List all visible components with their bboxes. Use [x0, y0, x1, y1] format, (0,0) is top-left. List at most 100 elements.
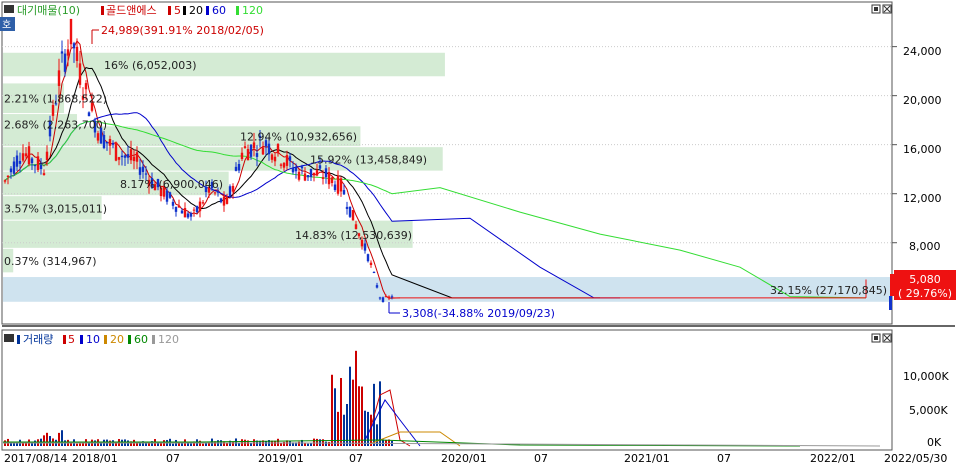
stock-chart: 16% (6,052,003) 2.21% (1,868,522) 2.68% (2… — [0, 0, 957, 469]
volume-close-icon[interactable] — [882, 333, 892, 343]
candle-body — [105, 141, 109, 144]
legend-vma20: 20 — [110, 333, 124, 346]
candle-body — [312, 172, 316, 175]
legend-ma5-marker — [168, 6, 171, 15]
candle-body — [381, 297, 385, 303]
candle-body — [366, 254, 370, 262]
volume-bar — [364, 410, 366, 446]
candle-body — [63, 53, 67, 72]
x-label-7: 2021/01 — [624, 452, 670, 465]
volume-bar — [235, 438, 237, 446]
volume-bar — [355, 350, 357, 446]
legend-volume: 거래량 — [23, 333, 53, 346]
overhang-label: 2.68% (2,263,700) — [4, 118, 107, 131]
volume-bar — [280, 443, 282, 446]
candle-body — [348, 206, 352, 217]
candle-body — [189, 213, 193, 217]
candle-body — [141, 166, 145, 172]
candle-body — [9, 168, 13, 173]
volume-bar — [358, 386, 360, 446]
candle-body — [315, 170, 319, 176]
candle-body — [30, 158, 34, 164]
y-tick-8000: 8,000 — [909, 240, 941, 253]
candle-body — [324, 168, 328, 178]
x-label-10: 2022/05/30 — [884, 452, 947, 465]
maximize-icon[interactable] — [871, 4, 881, 14]
candle-body — [117, 157, 121, 160]
legend-overhang: 대기매물(10) — [17, 4, 80, 17]
candle-body — [60, 51, 64, 54]
candle-body — [240, 152, 244, 160]
candle-body — [297, 171, 301, 180]
volume-bar — [250, 443, 252, 446]
x-label-2: 07 — [166, 452, 180, 465]
low-label: 3,308(-34.88% 2019/09/23) — [402, 307, 555, 320]
y-tick-24000: 24,000 — [903, 45, 942, 58]
legend-vma5-marker — [63, 335, 66, 344]
volume-bar — [310, 443, 312, 446]
candle-body — [303, 173, 307, 181]
last-candle-down — [889, 296, 892, 310]
candle-body — [216, 191, 220, 193]
candle-body — [15, 155, 19, 167]
candle-body — [120, 155, 124, 158]
candle-body — [78, 63, 82, 85]
candle-body — [186, 213, 190, 218]
candle-body — [36, 156, 40, 170]
high-label: 24,989(391.91% 2018/02/05) — [101, 24, 264, 37]
legend-vma120: 120 — [158, 333, 179, 346]
volume-bar — [79, 443, 81, 446]
legend-vma10-marker — [80, 335, 83, 344]
overhang-label: 0.37% (314,967) — [4, 255, 97, 268]
candle-body — [6, 175, 10, 178]
volume-panel-menu-icon[interactable] — [4, 334, 14, 342]
volume-bar — [325, 441, 327, 446]
left-tab-label: 호 — [2, 19, 11, 31]
candle-body — [201, 202, 205, 204]
candle-body — [12, 161, 16, 174]
last-candle-up — [890, 274, 894, 296]
volume-bar — [379, 381, 381, 446]
volume-maximize-icon[interactable] — [871, 333, 881, 343]
candle-body — [237, 164, 241, 171]
candle-body — [84, 83, 88, 90]
candle-body — [261, 147, 265, 155]
candle-body — [18, 161, 22, 164]
candle-body — [168, 192, 172, 198]
volume-bar — [346, 403, 348, 446]
candle-body — [228, 186, 232, 196]
candle-body — [21, 153, 25, 161]
volume-bar — [349, 366, 351, 446]
legend-vma60-marker — [128, 335, 131, 344]
volume-bar — [331, 374, 333, 446]
candle-body — [225, 197, 229, 204]
volume-bar — [361, 386, 363, 446]
legend-vma10: 10 — [86, 333, 100, 346]
legend-ma5: 5 — [174, 4, 181, 17]
candle-body — [123, 155, 127, 158]
candle-body — [375, 285, 379, 288]
candle-body — [57, 70, 61, 86]
volume-bar — [277, 438, 279, 446]
candle-body — [243, 146, 247, 148]
legend-vma20-marker — [104, 335, 107, 344]
volume-bar — [49, 436, 51, 446]
legend-vma120-marker — [152, 335, 155, 344]
candle-body — [309, 168, 313, 177]
candle-body — [363, 243, 367, 251]
candle-body — [321, 177, 325, 179]
candle-body — [114, 142, 118, 161]
candle-body — [387, 296, 391, 299]
candle-body — [213, 192, 217, 194]
candle-body — [24, 153, 28, 157]
candle-body — [345, 206, 349, 209]
price-panel-menu-icon[interactable] — [4, 5, 14, 13]
volume-bar — [202, 443, 204, 446]
volume-bar — [43, 435, 45, 446]
candle-body — [108, 139, 112, 146]
close-icon[interactable] — [882, 4, 892, 14]
volume-bar — [265, 441, 267, 446]
volume-bar — [61, 430, 63, 446]
candle-body — [285, 155, 289, 166]
candle-body — [378, 297, 382, 299]
